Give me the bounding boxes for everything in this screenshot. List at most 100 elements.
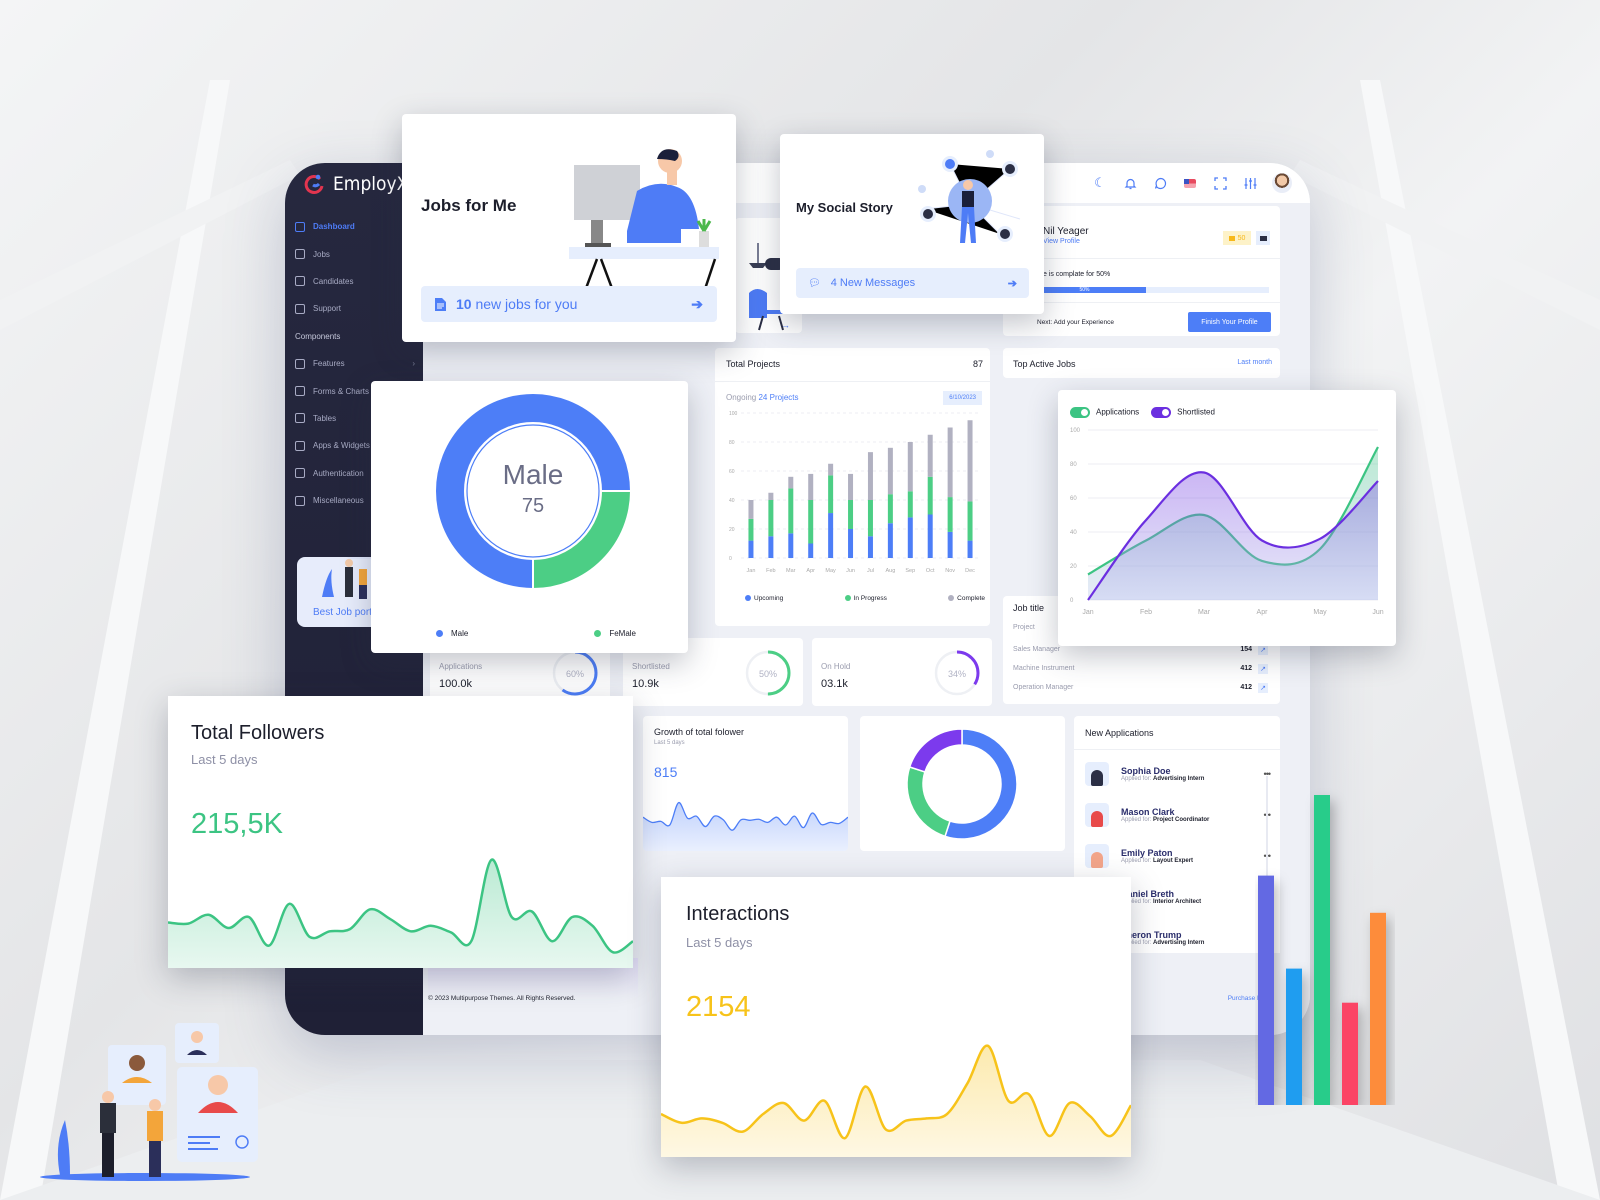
bar-upcoming-may[interactable] [828,513,834,558]
new-jobs-label: new jobs for you [475,296,578,312]
document-icon [435,297,446,311]
legend-item[interactable]: Complete [948,595,985,602]
deco-bar-d [1342,1002,1358,1105]
interactions-value: 2154 [686,991,751,1023]
bar-complete-sep[interactable] [907,442,913,492]
applicant-name: Theron Trump [1121,929,1182,940]
donut-center-value: 75 [521,495,545,517]
applicant-avatar [1085,843,1109,868]
bar-upcoming-mar[interactable] [788,533,794,558]
bar-upcoming-apr[interactable] [808,543,814,559]
date-badge[interactable]: 6/10/2023 [943,391,982,405]
bar-in-progress-oct[interactable] [927,476,933,515]
donut-slice-purple[interactable] [908,728,963,773]
growth-title: Growth of total folower [654,727,745,737]
new-jobs-count: 10 [456,296,472,312]
social-network-illustration [918,150,1021,243]
home-icon [295,221,305,232]
view-profile-link[interactable]: View Profile [1043,238,1080,245]
bar-upcoming-jan[interactable] [748,540,754,558]
bar-complete-feb[interactable] [768,492,774,500]
chat-icon[interactable] [1152,175,1168,191]
application-item[interactable]: Emily PatonApplied for: Layout Expert••• [1085,835,1271,876]
bar-complete-nov[interactable] [947,427,953,498]
bar-in-progress-may[interactable] [828,475,834,514]
next-step: Next: Add your Experience [1037,319,1114,326]
bar-in-progress-jun[interactable] [848,500,854,529]
bar-in-progress-jan[interactable] [748,518,754,541]
sidebar-item-support[interactable]: Support› [295,295,415,322]
applicant-avatar [1085,802,1109,827]
legend-marker [844,595,851,602]
ring-percent: 50% [759,669,777,679]
legend-item[interactable]: Shortlisted [1151,407,1215,418]
job-value: 412 [1240,684,1252,691]
stat-value: 03.1k [821,678,848,690]
application-item[interactable]: Mason Clark Applied for: Project Coordina… [1085,794,1271,835]
bar-upcoming-jun[interactable] [848,529,854,558]
legend-item[interactable]: Male [436,629,468,638]
new-jobs-button[interactable]: 10 new jobs for you ➔ [421,286,717,322]
sidebar-item-label: Dashboard [313,222,355,232]
bar-complete-jan[interactable] [748,500,754,519]
sliders-icon[interactable] [1242,175,1258,191]
fullscreen-icon[interactable] [1212,175,1228,191]
job-row[interactable]: Machine Instrument 412 ↗ [1013,659,1268,678]
bar-complete-jun[interactable] [848,473,854,500]
bar-upcoming-nov[interactable] [947,531,953,558]
donut-slice-green[interactable] [906,766,951,838]
bar-complete-aug[interactable] [887,447,893,495]
bar-in-progress-dec[interactable] [967,501,973,541]
job-row[interactable]: Operation Manager 412 ↗ [1013,678,1268,697]
moon-icon[interactable]: ☾ [1092,175,1108,191]
bar-in-progress-jul[interactable] [867,500,873,537]
bar-upcoming-sep[interactable] [907,517,913,558]
period-filter[interactable]: Last month [1237,359,1272,366]
mail-button[interactable] [1256,231,1270,245]
interactions-card: Interactions Last 5 days 2154 [661,877,1131,1157]
bar-complete-mar[interactable] [788,476,794,489]
legend-item[interactable]: In Progress [844,595,887,602]
sidebar-item-candidates[interactable]: Candidates [295,268,415,295]
application-item[interactable]: Sophia Doe Applied for: Advertising Inter… [1085,753,1271,794]
finish-profile-button[interactable]: Finish Your Profile [1188,312,1271,332]
user-avatar[interactable] [1272,173,1292,193]
promo-label: Best Job portal [313,607,380,618]
toggle-icon[interactable] [1070,407,1090,418]
toggle-icon[interactable] [1151,407,1172,418]
bar-upcoming-jul[interactable] [867,536,873,558]
bar-complete-apr[interactable] [808,473,814,500]
bar-in-progress-sep[interactable] [907,491,913,518]
logo[interactable]: EmployX [303,173,408,195]
bar-upcoming-feb[interactable] [768,536,774,558]
x-tick-label: Feb [1140,609,1152,616]
bar-upcoming-aug[interactable] [887,523,893,558]
new-messages-label: 4 New Messages [830,277,916,289]
bar-in-progress-aug[interactable] [887,494,893,524]
bar-upcoming-dec[interactable] [967,540,973,558]
sidebar-item-jobs[interactable]: Jobs› [295,240,415,267]
bar-in-progress-apr[interactable] [808,500,814,544]
sidebar-item-features[interactable]: Features › [295,350,415,377]
bar-in-progress-feb[interactable] [768,500,774,537]
sidebar-item-label: Support [313,304,342,314]
applied-for: Applied for: Layout Expert [1121,858,1193,864]
legend-label: Applications [1096,407,1140,417]
legend-item[interactable]: Upcoming [745,595,783,602]
bar-in-progress-nov[interactable] [947,497,953,532]
bar-complete-may[interactable] [828,463,834,476]
bar-complete-dec[interactable] [967,420,973,502]
bar-in-progress-mar[interactable] [788,488,794,534]
bar-complete-jul[interactable] [867,452,873,500]
applications-chart-card: Applications Shortlisted 0 20 40 60 80 100 Jan F… [1058,390,1396,646]
bell-icon[interactable] [1122,175,1138,191]
bar-upcoming-oct[interactable] [927,514,933,559]
x-tick-label: Jun [846,568,855,574]
legend-item[interactable]: FeMale [594,629,636,638]
sidebar-item-dashboard[interactable]: Dashboard [295,213,415,240]
new-messages-button[interactable]: 💬︎ 4 New Messages ➔ [796,268,1029,298]
legend-item[interactable]: Applications [1070,407,1139,418]
applied-for: Applied for: Advertising Intern [1121,776,1204,782]
bar-complete-oct[interactable] [927,434,933,477]
flag-icon[interactable] [1182,175,1198,191]
